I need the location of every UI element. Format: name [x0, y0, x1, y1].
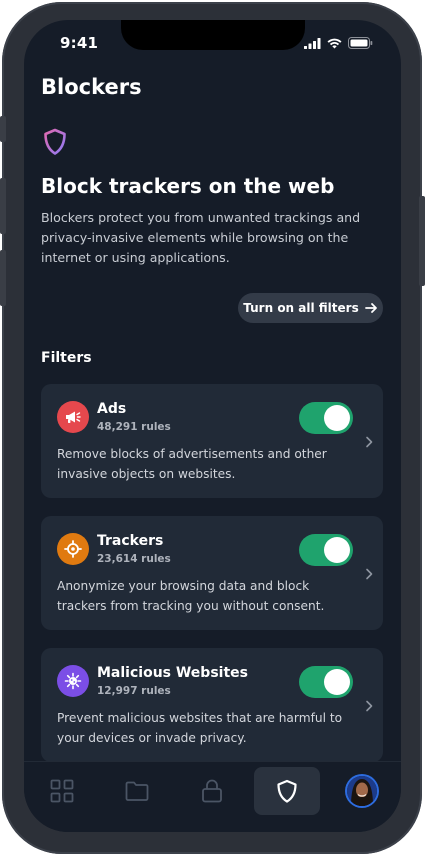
- page-title: Blockers: [41, 75, 142, 99]
- trackers-toggle[interactable]: [299, 534, 353, 566]
- status-time: 9:41: [60, 34, 99, 52]
- power-button: [419, 196, 425, 286]
- chevron-right-icon: [366, 568, 373, 580]
- tab-blockers[interactable]: [254, 767, 320, 815]
- turn-on-all-filters-button[interactable]: Turn on all filters: [238, 293, 383, 323]
- filter-description: Remove blocks of advertisements and othe…: [57, 447, 327, 481]
- shield-icon: [44, 128, 66, 155]
- filter-name: Ads: [97, 401, 127, 417]
- status-icons: [304, 37, 373, 49]
- tab-bar: [24, 761, 401, 832]
- megaphone-icon: [57, 401, 89, 433]
- filter-name: Trackers: [97, 533, 164, 549]
- tab-profile[interactable]: [329, 767, 395, 815]
- chevron-right-icon: [366, 700, 373, 712]
- toggle-knob: [324, 405, 350, 431]
- filter-name: Malicious Websites: [97, 665, 248, 681]
- hero-description: Blockers protect you from unwanted track…: [41, 210, 361, 265]
- battery-icon: [348, 37, 373, 49]
- grid-icon: [50, 779, 74, 803]
- silent-switch: [0, 116, 6, 142]
- screen: 9:41 Blockers Block trackers on the web …: [24, 20, 401, 832]
- filter-rules-count: 48,291 rules: [97, 421, 171, 433]
- tab-dashboard[interactable]: [29, 767, 95, 815]
- filter-description: Prevent malicious websites that are harm…: [57, 711, 343, 745]
- toggle-knob: [324, 537, 350, 563]
- virus-icon: [57, 665, 89, 697]
- wifi-icon: [327, 38, 342, 48]
- tab-vault[interactable]: [179, 767, 245, 815]
- folder-icon: [125, 781, 149, 801]
- avatar: [347, 776, 377, 806]
- arrow-right-icon: [364, 303, 377, 313]
- volume-up-button: [0, 178, 6, 234]
- turn-on-all-filters-label: Turn on all filters: [243, 301, 359, 315]
- tab-files[interactable]: [104, 767, 170, 815]
- notch: [121, 20, 305, 50]
- filter-description: Anonymize your browsing data and block t…: [57, 579, 325, 613]
- chevron-right-icon: [366, 436, 373, 448]
- filter-card-malicious-websites[interactable]: Malicious Websites 12,997 rules Prevent …: [41, 648, 383, 762]
- filter-card-trackers[interactable]: Trackers 23,614 rules Anonymize your bro…: [41, 516, 383, 630]
- malicious-websites-toggle[interactable]: [299, 666, 353, 698]
- hero-title: Block trackers on the web: [41, 174, 335, 198]
- filter-rules-count: 23,614 rules: [97, 553, 171, 565]
- volume-down-button: [0, 250, 6, 306]
- lock-icon: [202, 779, 222, 803]
- toggle-knob: [324, 669, 350, 695]
- shield-icon: [277, 779, 297, 803]
- crosshair-icon: [57, 533, 89, 565]
- filters-section-title: Filters: [41, 350, 92, 366]
- ads-toggle[interactable]: [299, 402, 353, 434]
- filter-rules-count: 12,997 rules: [97, 685, 171, 697]
- filter-card-ads[interactable]: Ads 48,291 rules Remove blocks of advert…: [41, 384, 383, 498]
- signal-icon: [304, 37, 321, 49]
